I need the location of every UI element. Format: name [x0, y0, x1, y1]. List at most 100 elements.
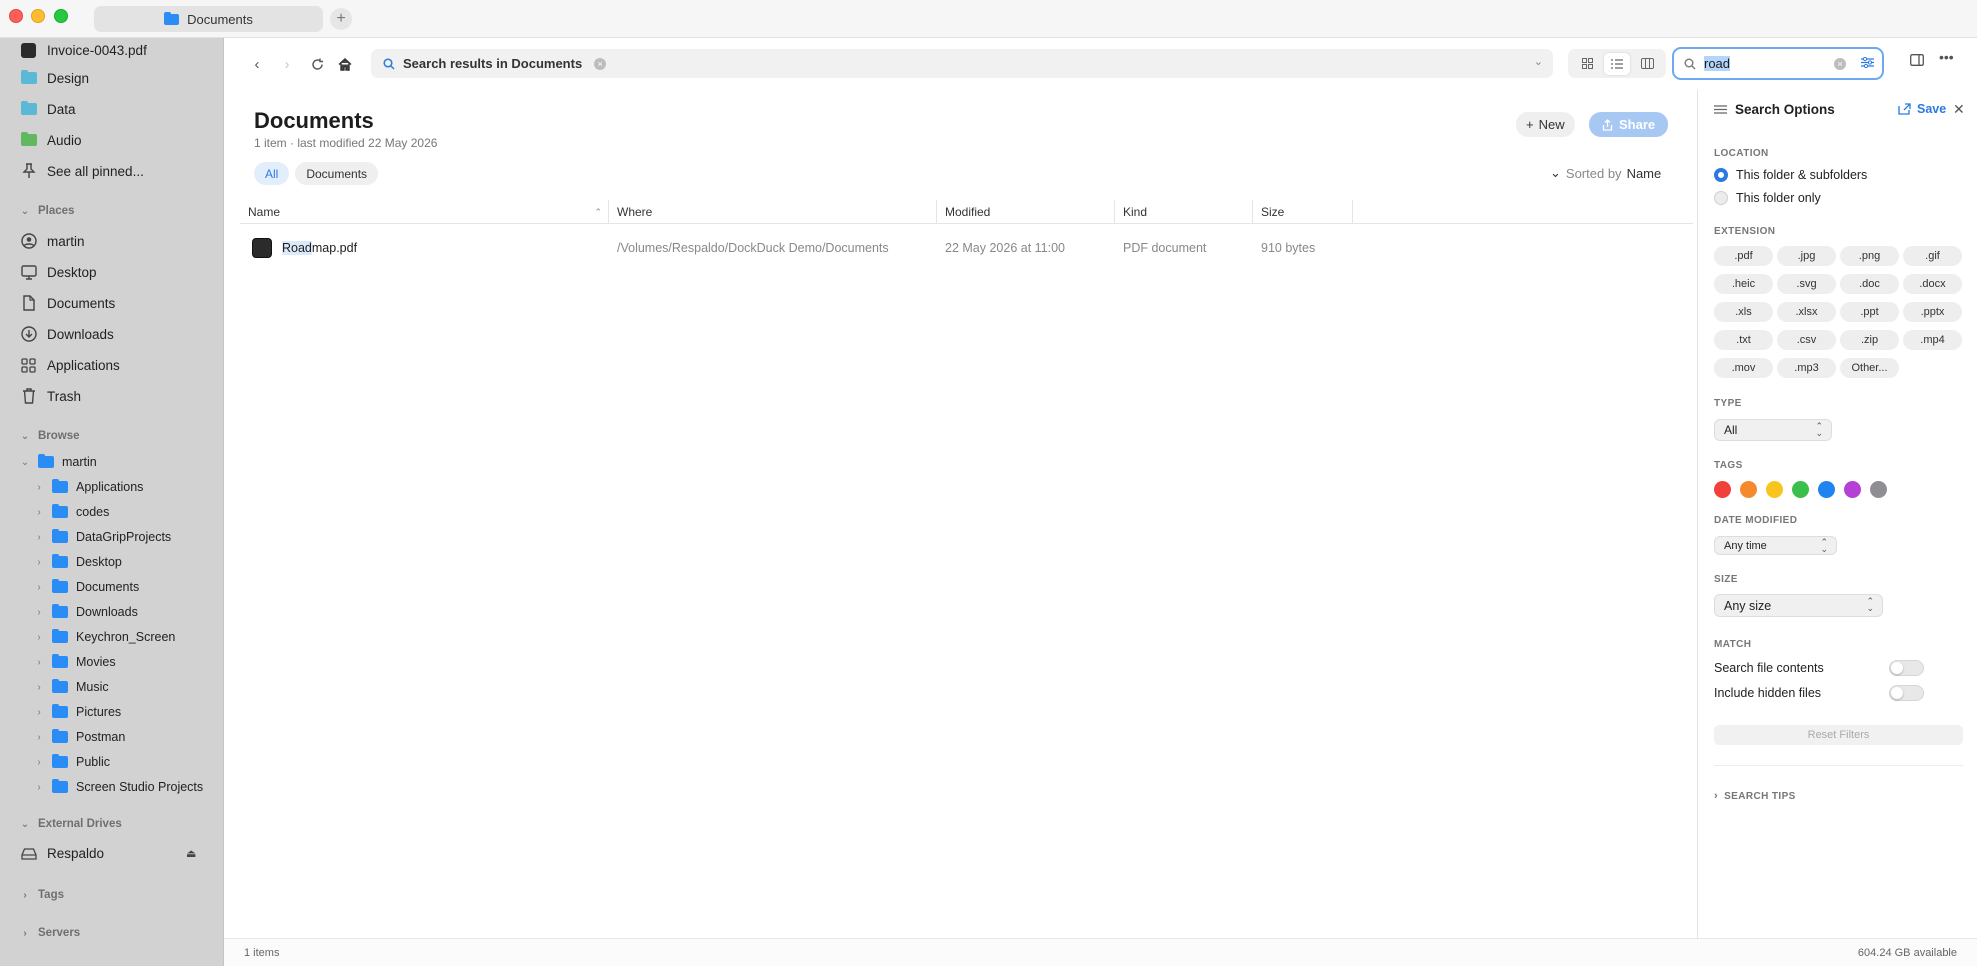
location-option-folder-only[interactable]: This folder only: [1714, 191, 1821, 205]
extension-chip[interactable]: .mp3: [1777, 358, 1836, 378]
chevron-right-icon[interactable]: ›: [34, 657, 44, 668]
chevron-right-icon[interactable]: ›: [34, 682, 44, 693]
extension-chip[interactable]: .txt: [1714, 330, 1773, 350]
close-panel-icon[interactable]: ✕: [1953, 101, 1965, 118]
extension-chip[interactable]: .doc: [1840, 274, 1899, 294]
extension-chip[interactable]: .mov: [1714, 358, 1773, 378]
chevron-right-icon[interactable]: ›: [34, 732, 44, 743]
extension-chip[interactable]: .gif: [1903, 246, 1962, 266]
sidebar-pinned-data[interactable]: Data: [20, 97, 76, 121]
column-header-modified[interactable]: Modified: [937, 200, 1115, 224]
tag-color-dot[interactable]: [1714, 481, 1731, 498]
chevron-right-icon[interactable]: ›: [34, 532, 44, 543]
grid-view-button[interactable]: [1574, 53, 1600, 75]
tag-color-dot[interactable]: [1792, 481, 1809, 498]
extension-chip[interactable]: .heic: [1714, 274, 1773, 294]
minimize-window-button[interactable]: [31, 9, 45, 23]
search-contents-toggle[interactable]: [1889, 660, 1924, 676]
back-button[interactable]: ‹: [246, 53, 268, 75]
browse-folder-item[interactable]: › DataGripProjects: [34, 526, 171, 548]
new-tab-button[interactable]: +: [330, 8, 352, 30]
clear-search-icon[interactable]: ×: [1834, 58, 1846, 70]
search-input[interactable]: road: [1704, 56, 1731, 71]
browse-folder-item[interactable]: › Movies: [34, 651, 116, 673]
browse-root-martin[interactable]: ⌄ martin: [20, 451, 97, 473]
extension-chip[interactable]: Other...: [1840, 358, 1899, 378]
extension-chip[interactable]: .png: [1840, 246, 1899, 266]
browse-folder-item[interactable]: › codes: [34, 501, 109, 523]
column-view-button[interactable]: [1634, 53, 1660, 75]
extension-chip[interactable]: .zip: [1840, 330, 1899, 350]
location-option-subfolders[interactable]: This folder & subfolders: [1714, 168, 1867, 182]
browse-folder-item[interactable]: › Postman: [34, 726, 125, 748]
extension-chip[interactable]: .xlsx: [1777, 302, 1836, 322]
extension-chip[interactable]: .csv: [1777, 330, 1836, 350]
tag-color-dot[interactable]: [1870, 481, 1887, 498]
sidebar-item-applications[interactable]: Applications: [20, 353, 120, 377]
sort-control[interactable]: ⌄ Sorted by Name: [1550, 165, 1661, 181]
tag-color-dot[interactable]: [1740, 481, 1757, 498]
search-tips-toggle[interactable]: › SEARCH TIPS: [1714, 790, 1796, 802]
servers-section-header[interactable]: › Servers: [20, 924, 80, 942]
sidebar-item-downloads[interactable]: Downloads: [20, 322, 114, 346]
forward-button[interactable]: ›: [276, 53, 298, 75]
extension-chip[interactable]: .svg: [1777, 274, 1836, 294]
zoom-window-button[interactable]: [54, 9, 68, 23]
column-header-where[interactable]: Where: [609, 200, 937, 224]
eject-icon[interactable]: ⏏: [186, 847, 196, 860]
column-header-name[interactable]: Name ⌃: [240, 200, 609, 224]
list-view-button[interactable]: [1604, 52, 1630, 75]
places-section-header[interactable]: ⌄ Places: [20, 202, 75, 220]
filter-documents[interactable]: Documents: [295, 162, 379, 185]
tag-color-dot[interactable]: [1766, 481, 1783, 498]
browse-folder-item[interactable]: › Keychron_Screen: [34, 626, 175, 648]
sidebar-item-martin[interactable]: martin: [20, 229, 85, 253]
browse-folder-item[interactable]: › Applications: [34, 476, 143, 498]
tags-section-header[interactable]: › Tags: [20, 886, 64, 904]
extension-chip[interactable]: .xls: [1714, 302, 1773, 322]
browse-folder-item[interactable]: › Desktop: [34, 551, 122, 573]
chevron-right-icon[interactable]: ›: [34, 507, 44, 518]
browse-folder-item[interactable]: › Music: [34, 676, 109, 698]
clear-search-results-icon[interactable]: ×: [594, 57, 607, 70]
share-button[interactable]: Share: [1589, 112, 1669, 137]
more-options-button[interactable]: •••: [1939, 49, 1954, 65]
sidebar-toggle-button[interactable]: [1910, 53, 1924, 69]
sidebar-see-all-pinned[interactable]: See all pinned...: [20, 159, 144, 183]
extension-chip[interactable]: .pptx: [1903, 302, 1962, 322]
tag-color-dot[interactable]: [1818, 481, 1835, 498]
chevron-right-icon[interactable]: ›: [34, 707, 44, 718]
chevron-right-icon[interactable]: ›: [34, 482, 44, 493]
browse-section-header[interactable]: ⌄ Browse: [20, 427, 80, 445]
filter-all[interactable]: All: [254, 162, 290, 185]
sidebar-pinned-design[interactable]: Design: [20, 66, 89, 90]
sidebar-item-respaldo[interactable]: Respaldo: [20, 841, 104, 865]
new-button[interactable]: + New: [1516, 112, 1575, 137]
browse-folder-item[interactable]: › Pictures: [34, 701, 121, 723]
reset-filters-button[interactable]: Reset Filters: [1714, 725, 1963, 745]
save-search-button[interactable]: Save: [1898, 102, 1946, 116]
refresh-button[interactable]: [306, 53, 328, 75]
tag-color-dot[interactable]: [1844, 481, 1861, 498]
type-select[interactable]: All ⌃ ⌄: [1714, 419, 1832, 441]
chevron-right-icon[interactable]: ›: [34, 757, 44, 768]
extension-chip[interactable]: .ppt: [1840, 302, 1899, 322]
home-button[interactable]: [334, 53, 356, 75]
chevron-right-icon[interactable]: ›: [34, 632, 44, 643]
date-modified-select[interactable]: Any time ⌃ ⌄: [1714, 536, 1837, 555]
chevron-right-icon[interactable]: ›: [34, 557, 44, 568]
include-hidden-toggle[interactable]: [1889, 685, 1924, 701]
browse-folder-item[interactable]: › Documents: [34, 576, 139, 598]
table-row[interactable]: Road map.pdf /Volumes/Respaldo/DockDuck D…: [240, 230, 1693, 266]
external-drives-section-header[interactable]: ⌄ External Drives: [20, 815, 122, 833]
extension-chip[interactable]: .docx: [1903, 274, 1962, 294]
browse-folder-item[interactable]: › Public: [34, 751, 110, 773]
size-select[interactable]: Any size ⌃ ⌄: [1714, 594, 1883, 617]
column-header-kind[interactable]: Kind: [1115, 200, 1253, 224]
sidebar-pinned-invoice[interactable]: Invoice-0043.pdf: [20, 38, 147, 62]
sidebar-item-documents[interactable]: Documents: [20, 291, 115, 315]
sidebar-item-trash[interactable]: Trash: [20, 384, 81, 408]
close-window-button[interactable]: [9, 9, 23, 23]
chevron-right-icon[interactable]: ›: [34, 607, 44, 618]
path-bar[interactable]: Search results in Documents × ⌄: [371, 49, 1553, 78]
